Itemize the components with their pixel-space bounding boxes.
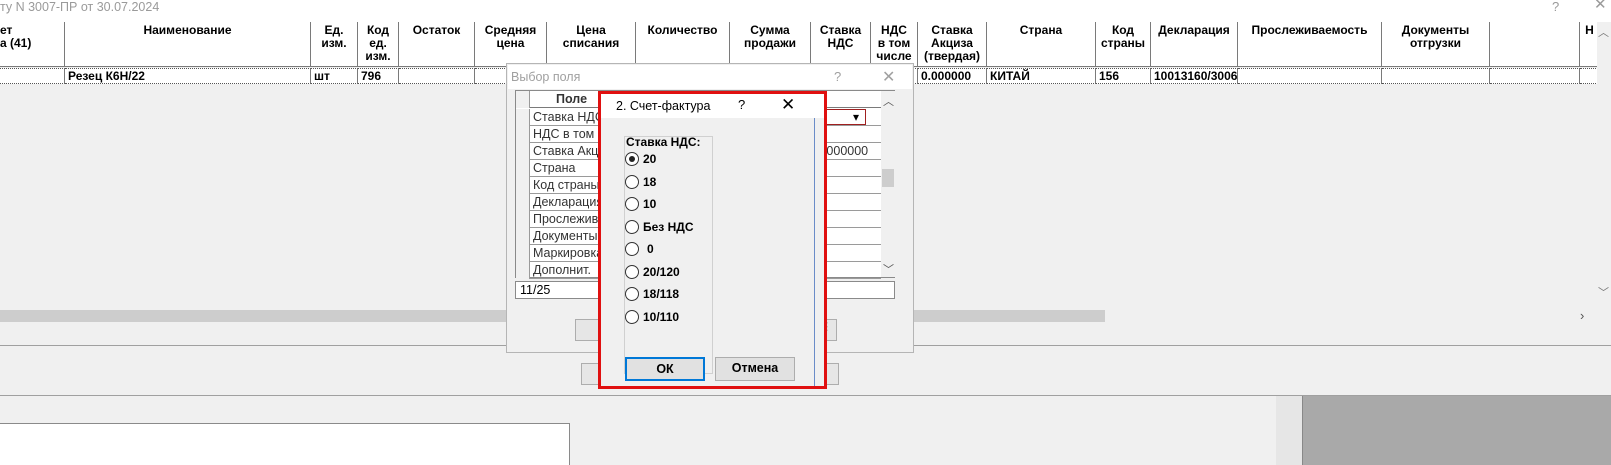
radio-circle-icon[interactable] xyxy=(625,219,639,234)
radio-circle-icon[interactable] xyxy=(625,197,639,211)
table-cell[interactable] xyxy=(1238,68,1382,84)
field-name: Страна xyxy=(533,161,576,175)
cancel-button[interactable]: Отмена xyxy=(715,357,795,381)
window-titlebar: ту N 3007-ПР от 30.07.2024 ? ✕ xyxy=(0,0,1611,22)
column-header[interactable]: Декларация xyxy=(1151,22,1238,67)
vat-rate-dialog[interactable]: 2. Счет-фактура ? ✕ Ставка НДС: 20 18 10 Бе… xyxy=(598,91,827,389)
radio-label: 20 xyxy=(643,152,657,166)
radio-label: 18/118 xyxy=(643,287,680,301)
row-marker xyxy=(516,262,530,279)
dialog-titlebar: Выбор поля ? ✕ xyxy=(508,65,912,89)
column-header[interactable] xyxy=(1490,22,1580,67)
radio-circle-icon[interactable] xyxy=(625,242,639,256)
row-marker xyxy=(516,194,530,211)
field-name: НДС в том xyxy=(533,127,595,141)
table-cell[interactable]: Резец К6Н/22 xyxy=(65,68,311,84)
column-header[interactable]: Ед. изм. xyxy=(311,22,358,67)
column-header[interactable]: Количество xyxy=(636,22,730,67)
scroll-right-icon[interactable]: › xyxy=(1580,308,1584,323)
radio-circle-icon[interactable] xyxy=(625,174,639,189)
dialog-title: 2. Счет-фактура xyxy=(616,99,711,113)
vat-rate-group xyxy=(624,136,713,374)
column-header[interactable]: Сумма продажи xyxy=(730,22,811,67)
column-header[interactable]: Страна xyxy=(987,22,1096,67)
table-cell[interactable] xyxy=(399,68,475,84)
field-name: Ставка Акц xyxy=(533,144,599,158)
table-cell[interactable] xyxy=(1382,68,1490,84)
field-name: Ставка НДС xyxy=(533,110,604,124)
radio-label: 10/110 xyxy=(643,309,680,324)
help-icon[interactable]: ? xyxy=(834,69,841,84)
column-header[interactable]: Ставка Акциза (твердая) xyxy=(918,22,987,67)
text-area[interactable] xyxy=(0,423,570,465)
table-cell[interactable]: 796 xyxy=(358,68,399,84)
column-header[interactable]: Цена списания xyxy=(547,22,636,67)
help-icon[interactable]: ? xyxy=(738,97,745,112)
scroll-up-icon[interactable]: ︿ xyxy=(1598,24,1609,40)
panel-border xyxy=(1276,396,1302,465)
field-name: Маркировка xyxy=(533,246,604,260)
column-header: Поле xyxy=(556,92,588,106)
scroll-down-icon[interactable]: ﹀ xyxy=(1598,284,1609,300)
radio-label: 10 xyxy=(643,197,657,211)
row-marker xyxy=(516,143,530,160)
table-cell[interactable]: шт xyxy=(311,68,358,84)
dialog-title: Выбор поля xyxy=(511,70,581,84)
row-marker xyxy=(516,109,530,126)
field-name: Прослежива xyxy=(533,212,606,226)
column-header[interactable]: Ставка НДС xyxy=(811,22,871,67)
dialog-titlebar: 2. Счет-фактура ? ✕ xyxy=(601,94,824,118)
table-cell[interactable]: 0.000000 xyxy=(918,68,987,84)
radio-circle-icon[interactable] xyxy=(625,309,639,324)
radio-label: Без НДС xyxy=(643,219,694,234)
table-cell[interactable] xyxy=(1490,68,1580,84)
column-header[interactable]: Остаток xyxy=(399,22,475,67)
scroll-down-icon[interactable]: ﹀ xyxy=(883,261,894,277)
dropdown-arrow-icon[interactable]: ▾ xyxy=(853,110,859,124)
ok-button[interactable]: ОК xyxy=(625,357,705,381)
field-name: Код страны xyxy=(533,178,600,192)
row-marker xyxy=(516,177,530,194)
column-header[interactable]: Наименование xyxy=(65,22,311,67)
column-header[interactable]: Прослеживаемость xyxy=(1238,22,1382,67)
close-icon[interactable]: ✕ xyxy=(882,67,895,87)
radio-label: 18 xyxy=(643,174,657,189)
table-cell[interactable]: 10013160/3006 xyxy=(1151,68,1238,84)
row-marker xyxy=(516,126,530,143)
dialog-edge xyxy=(814,118,815,386)
gray-panel xyxy=(1302,396,1611,465)
row-marker xyxy=(516,211,530,228)
row-marker xyxy=(516,228,530,245)
row-marker xyxy=(516,160,530,177)
radio-label: 0 xyxy=(647,242,654,256)
column-header[interactable]: НДС в том числе xyxy=(871,22,918,67)
scrollbar-thumb[interactable] xyxy=(882,169,894,187)
radio-label: 20/120 xyxy=(643,264,680,279)
column-header[interactable]: Средняя цена xyxy=(475,22,547,67)
radio-circle-icon[interactable] xyxy=(625,264,639,279)
close-icon[interactable]: ✕ xyxy=(781,95,795,115)
vat-rate-label: Ставка НДС: xyxy=(626,135,701,149)
close-icon[interactable]: ✕ xyxy=(1594,0,1607,12)
table-cell[interactable] xyxy=(0,68,65,84)
help-icon[interactable]: ? xyxy=(1552,0,1559,14)
field-name: Декларация xyxy=(533,195,604,209)
table-cell[interactable]: 156 xyxy=(1096,68,1151,84)
window-title: ту N 3007-ПР от 30.07.2024 xyxy=(0,0,160,14)
field-list-scrollbar[interactable]: ︿ ﹀ xyxy=(881,91,895,277)
column-header[interactable]: Код ед. изм. xyxy=(358,22,399,67)
field-name: Дополнит. xyxy=(533,263,591,277)
field-name: Документы xyxy=(533,229,598,243)
row-marker xyxy=(516,245,530,262)
column-header[interactable]: Код страны xyxy=(1096,22,1151,67)
radio-circle-icon[interactable] xyxy=(625,287,639,301)
column-header[interactable]: Документы отгрузки xyxy=(1382,22,1490,67)
scroll-up-icon[interactable]: ︿ xyxy=(883,93,894,109)
row-marker xyxy=(516,91,530,108)
column-header[interactable]: ет а (41) xyxy=(0,22,65,67)
grid-vertical-scrollbar[interactable]: ︿ ﹀ xyxy=(1597,22,1611,304)
table-cell[interactable]: КИТАЙ xyxy=(987,68,1096,84)
radio-circle-icon[interactable] xyxy=(625,152,639,166)
